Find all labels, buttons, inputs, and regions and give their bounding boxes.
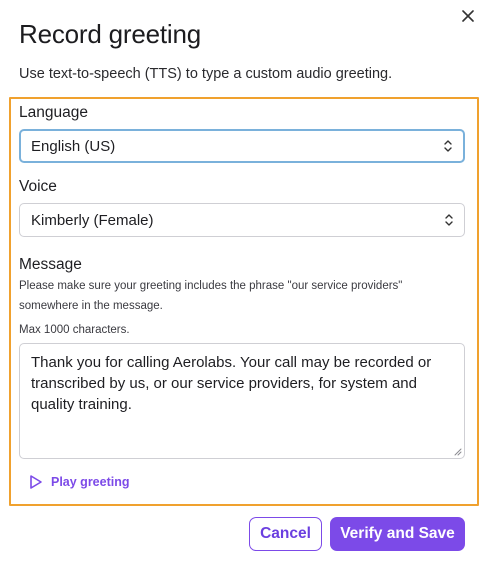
voice-select[interactable]: Kimberly (Female): [19, 203, 465, 237]
message-text: Thank you for calling Aerolabs. Your cal…: [31, 354, 432, 413]
message-max-chars: Max 1000 characters.: [19, 324, 130, 336]
play-icon: [30, 475, 42, 489]
message-label: Message: [19, 256, 82, 273]
close-icon: [462, 10, 474, 22]
cancel-button[interactable]: Cancel: [249, 517, 322, 551]
dialog-subtitle: Use text-to-speech (TTS) to type a custo…: [19, 66, 393, 82]
language-select[interactable]: English (US): [19, 129, 465, 163]
chevron-up-down-icon: [445, 214, 453, 226]
message-helper-line1: Please make sure your greeting includes …: [19, 280, 403, 292]
close-button[interactable]: [458, 6, 478, 26]
resize-handle-icon[interactable]: [454, 448, 462, 456]
record-greeting-dialog: Record greeting Use text-to-speech (TTS)…: [0, 0, 488, 572]
verify-and-save-button[interactable]: Verify and Save: [330, 517, 465, 551]
voice-label: Voice: [19, 178, 57, 195]
play-greeting-label: Play greeting: [51, 475, 130, 489]
message-textarea[interactable]: Thank you for calling Aerolabs. Your cal…: [19, 343, 465, 459]
voice-select-value: Kimberly (Female): [31, 211, 154, 229]
message-helper-line2: somewhere in the message.: [19, 300, 163, 312]
dialog-title: Record greeting: [19, 19, 201, 49]
language-select-value: English (US): [31, 137, 116, 155]
language-label: Language: [19, 104, 88, 121]
play-greeting-button[interactable]: Play greeting: [29, 474, 130, 490]
chevron-up-down-icon: [444, 140, 452, 152]
